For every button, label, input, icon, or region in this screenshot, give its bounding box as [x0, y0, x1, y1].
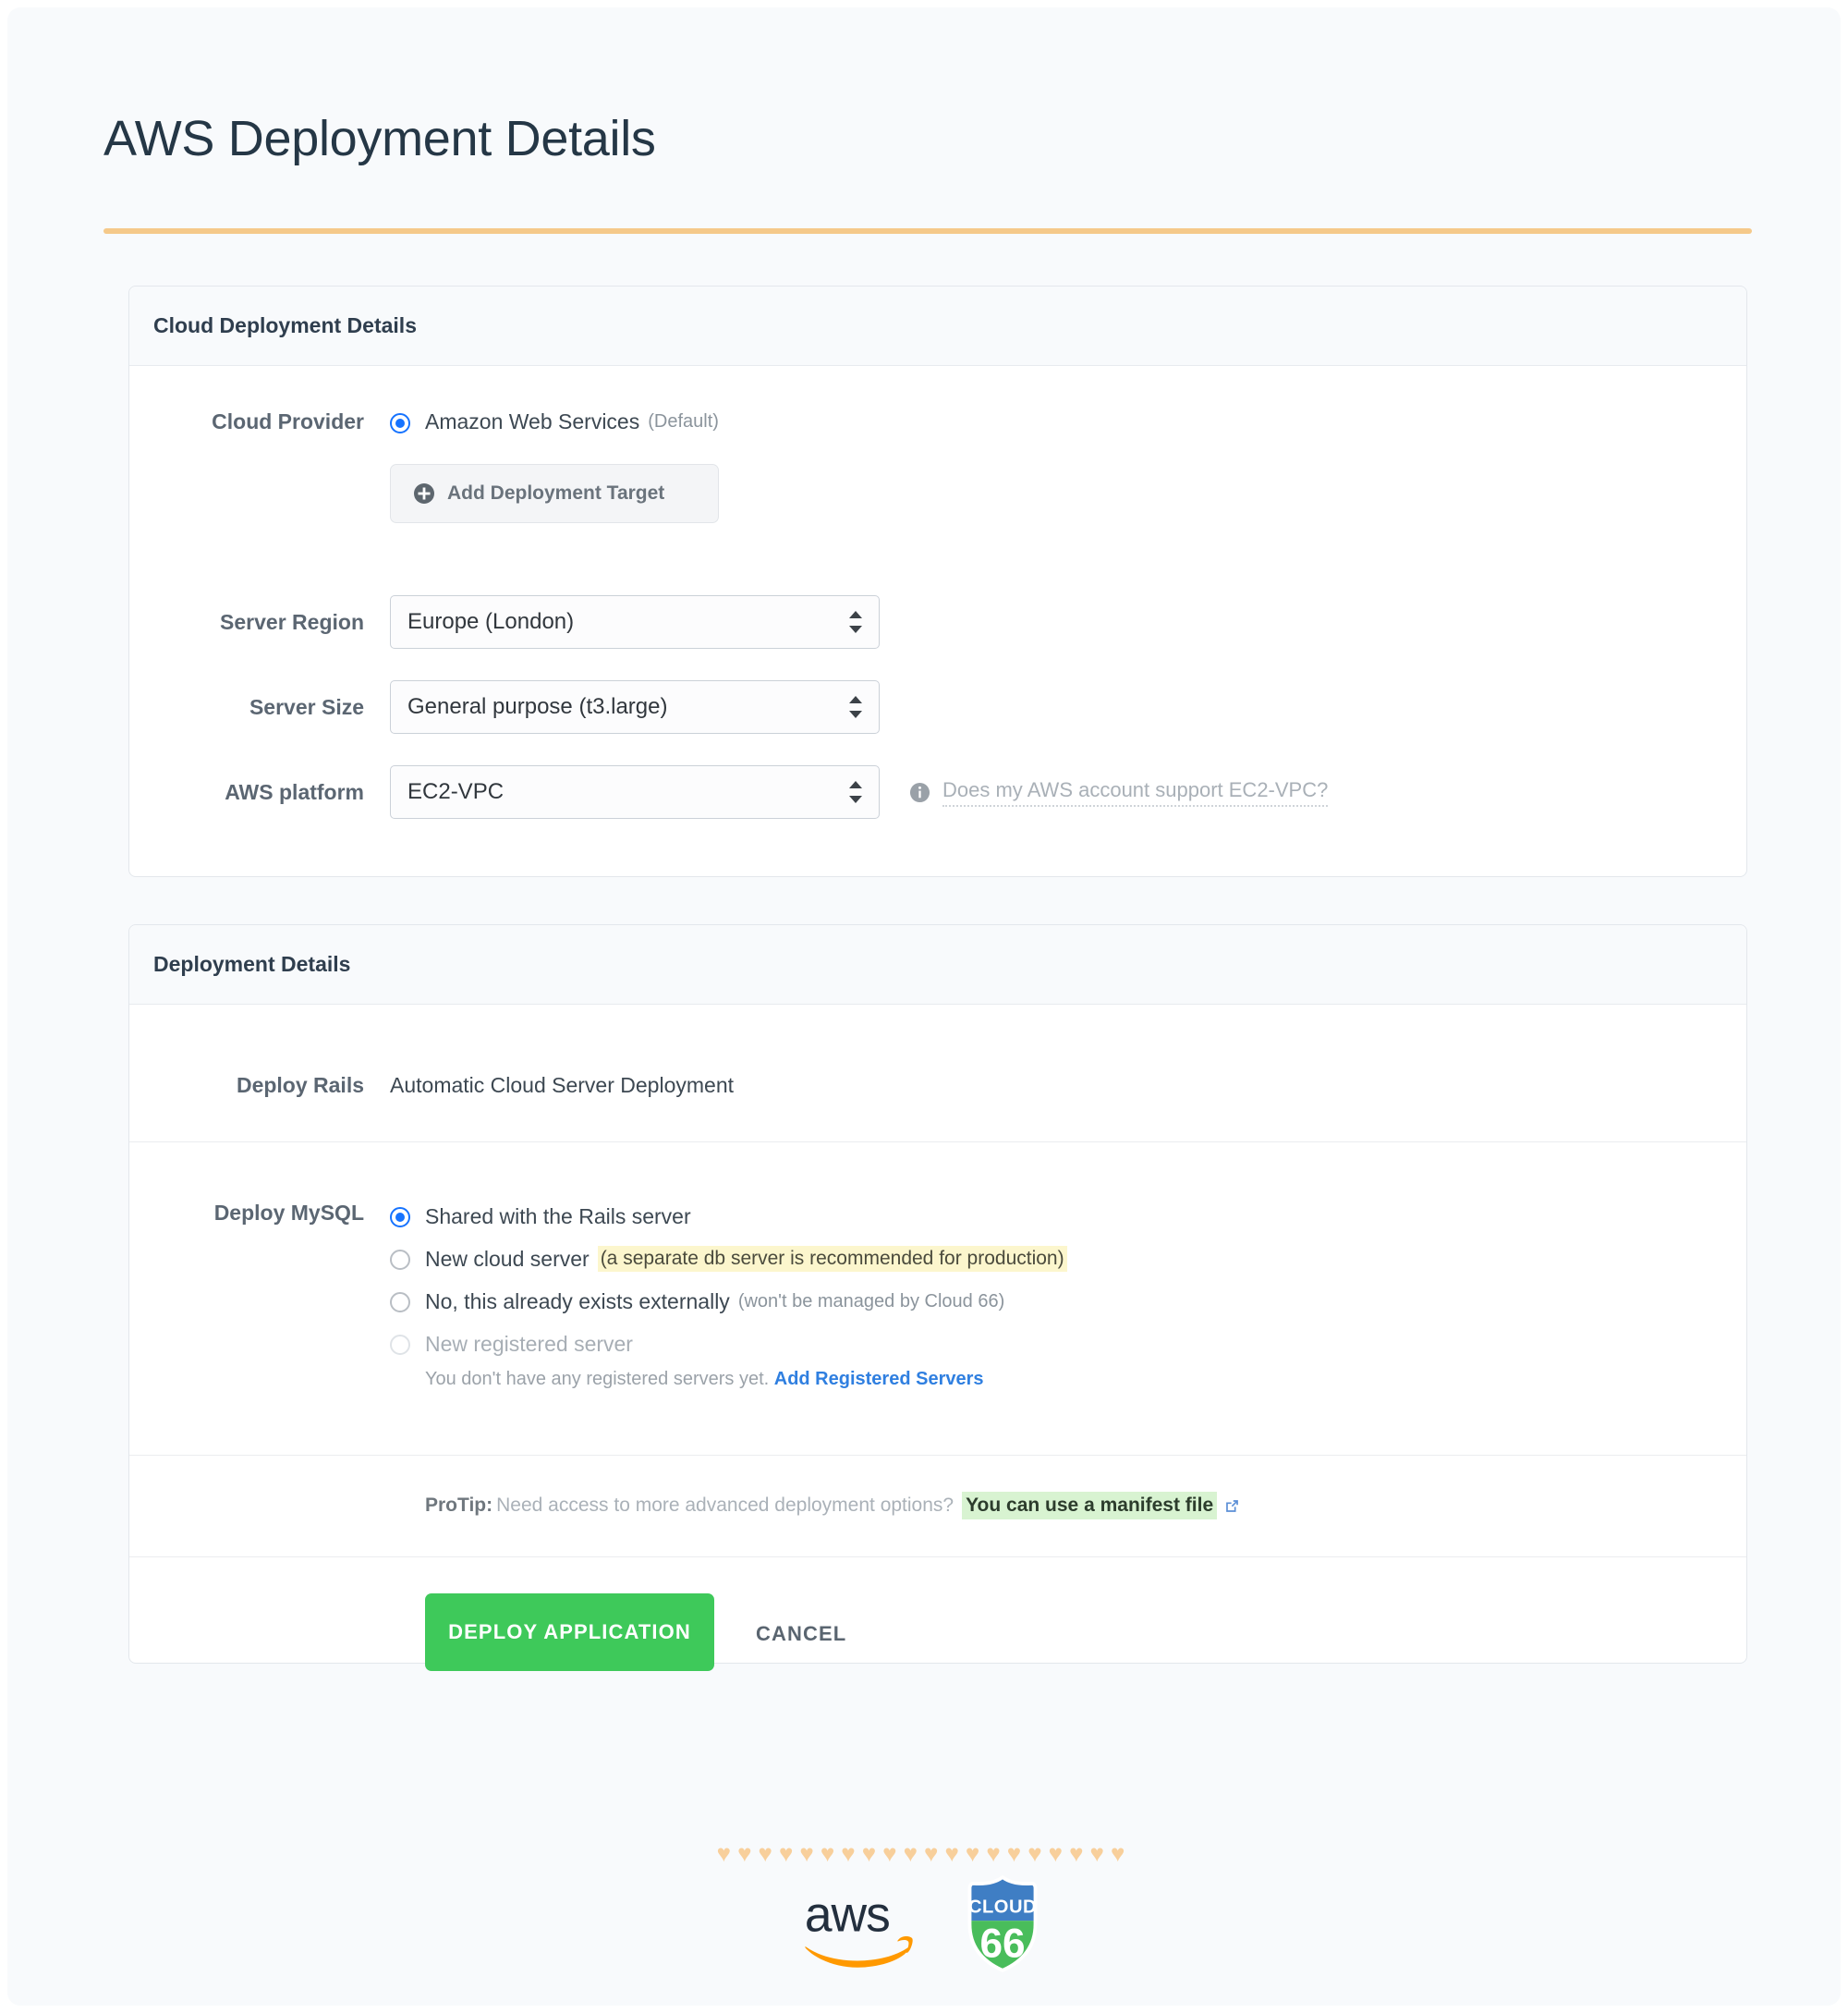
- protip-label: ProTip:: [425, 1494, 493, 1516]
- add-deployment-target-label: Add Deployment Target: [447, 482, 665, 504]
- server-region-select[interactable]: Europe (London): [390, 595, 880, 649]
- deploy-rails-row: Deploy Rails Automatic Cloud Server Depl…: [129, 1073, 734, 1098]
- deploy-rails-value: Automatic Cloud Server Deployment: [390, 1073, 734, 1097]
- footer-logos: aws CLOUD 66: [7, 1874, 1841, 1974]
- server-size-label: Server Size: [249, 694, 364, 719]
- cloud66-logo-icon: CLOUD 66: [958, 1874, 1047, 1974]
- deploy-mysql-row: Deploy MySQL Shared with the Rails serve…: [129, 1201, 1067, 1390]
- external-link-icon: [1224, 1498, 1240, 1514]
- server-region-label: Server Region: [220, 609, 364, 634]
- aws-platform-help-link[interactable]: Does my AWS account support EC2-VPC?: [909, 765, 1329, 819]
- deploy-application-label: DEPLOY APPLICATION: [448, 1620, 691, 1643]
- deploy-card-title: Deployment Details: [153, 952, 351, 976]
- hearts-decoration: ♥♥♥♥♥♥♥♥♥♥♥♥♥♥♥♥♥♥♥♥: [716, 1839, 1132, 1867]
- row-divider: [129, 1556, 1746, 1557]
- radio-new-registered-server-indicator: [390, 1335, 410, 1355]
- radio-amazon-web-services-label: Amazon Web Services: [425, 409, 640, 433]
- radio-new-registered-server-label: New registered server: [425, 1331, 633, 1356]
- radio-exists-externally-label: No, this already exists externally: [425, 1288, 730, 1313]
- registered-servers-help-text: You don't have any registered servers ye…: [425, 1369, 770, 1389]
- radio-shared-with-rails-server[interactable]: Shared with the Rails server: [390, 1201, 1067, 1232]
- aws-platform-row: AWS platform EC2-VPC Does my AWS account…: [129, 765, 1329, 819]
- select-chevrons-icon: [849, 610, 862, 634]
- server-size-value: General purpose (t3.large): [407, 694, 668, 719]
- add-deployment-target-button[interactable]: Add Deployment Target: [390, 464, 719, 523]
- radio-new-registered-server: New registered server: [390, 1328, 1067, 1360]
- cloud66-bottom-text: 66: [979, 1922, 1025, 1967]
- manifest-file-link[interactable]: You can use a manifest file: [962, 1492, 1218, 1519]
- cloud-provider-row: Cloud Provider Amazon Web Services (Defa…: [129, 409, 719, 523]
- server-size-row: Server Size General purpose (t3.large): [129, 680, 880, 734]
- cloud-card-header: Cloud Deployment Details: [129, 287, 1746, 366]
- cancel-button[interactable]: CANCEL: [756, 1622, 846, 1646]
- aws-platform-label: AWS platform: [225, 779, 364, 804]
- add-registered-servers-link[interactable]: Add Registered Servers: [774, 1369, 984, 1389]
- deploy-application-button[interactable]: DEPLOY APPLICATION: [425, 1593, 714, 1671]
- deploy-rails-label: Deploy Rails: [236, 1073, 364, 1097]
- svg-text:aws: aws: [805, 1888, 890, 1943]
- aws-logo-icon: aws: [801, 1880, 916, 1969]
- select-chevrons-icon: [849, 780, 862, 804]
- row-divider: [129, 1455, 1746, 1456]
- select-chevrons-icon: [849, 695, 862, 719]
- radio-shared-with-rails-server-label: Shared with the Rails server: [425, 1203, 691, 1228]
- row-divider: [129, 1141, 1746, 1142]
- radio-new-cloud-server-note: (a separate db server is recommended for…: [597, 1246, 1067, 1272]
- deploy-card-header: Deployment Details: [129, 925, 1746, 1005]
- deployment-details-card: Deployment Details Deploy Rails Automati…: [128, 924, 1747, 1671]
- cloud66-top-text: CLOUD: [968, 1897, 1037, 1918]
- info-icon: [909, 782, 930, 803]
- server-size-select[interactable]: General purpose (t3.large): [390, 680, 880, 734]
- page-canvas: AWS Deployment Details Cloud Deployment …: [7, 7, 1841, 2006]
- radio-exists-externally-indicator[interactable]: [390, 1292, 410, 1312]
- radio-amazon-web-services-indicator[interactable]: [390, 412, 410, 433]
- cloud-provider-label: Cloud Provider: [212, 409, 364, 433]
- cloud-deployment-details-card: Cloud Deployment Details Cloud Provider …: [128, 286, 1747, 877]
- protip-row: ProTip: Need access to more advanced dep…: [425, 1492, 1240, 1519]
- radio-exists-externally-note: (won't be managed by Cloud 66): [737, 1290, 1005, 1312]
- cloud-card-title: Cloud Deployment Details: [153, 313, 417, 337]
- page-title: AWS Deployment Details: [103, 111, 656, 166]
- aws-platform-value: EC2-VPC: [407, 779, 505, 804]
- deploy-mysql-label: Deploy MySQL: [213, 1201, 364, 1225]
- protip-text: Need access to more advanced deployment …: [496, 1494, 954, 1516]
- cancel-label: CANCEL: [756, 1622, 847, 1645]
- aws-platform-select[interactable]: EC2-VPC: [390, 765, 880, 819]
- server-region-row: Server Region Europe (London): [129, 595, 880, 649]
- plus-circle-icon: [413, 482, 435, 505]
- registered-servers-help: You don't have any registered servers ye…: [425, 1369, 1067, 1390]
- server-region-value: Europe (London): [407, 609, 575, 634]
- radio-amazon-web-services[interactable]: Amazon Web Services (Default): [390, 409, 719, 434]
- title-divider-rule: [103, 228, 1752, 234]
- radio-new-cloud-server-indicator[interactable]: [390, 1250, 410, 1270]
- radio-exists-externally[interactable]: No, this already exists externally (won'…: [390, 1286, 1067, 1317]
- radio-new-cloud-server[interactable]: New cloud server (a separate db server i…: [390, 1243, 1067, 1275]
- radio-new-cloud-server-label: New cloud server: [425, 1246, 590, 1271]
- aws-platform-help-text: Does my AWS account support EC2-VPC?: [942, 778, 1329, 807]
- radio-shared-with-rails-server-indicator[interactable]: [390, 1207, 410, 1227]
- radio-amazon-web-services-note: (Default): [648, 411, 719, 432]
